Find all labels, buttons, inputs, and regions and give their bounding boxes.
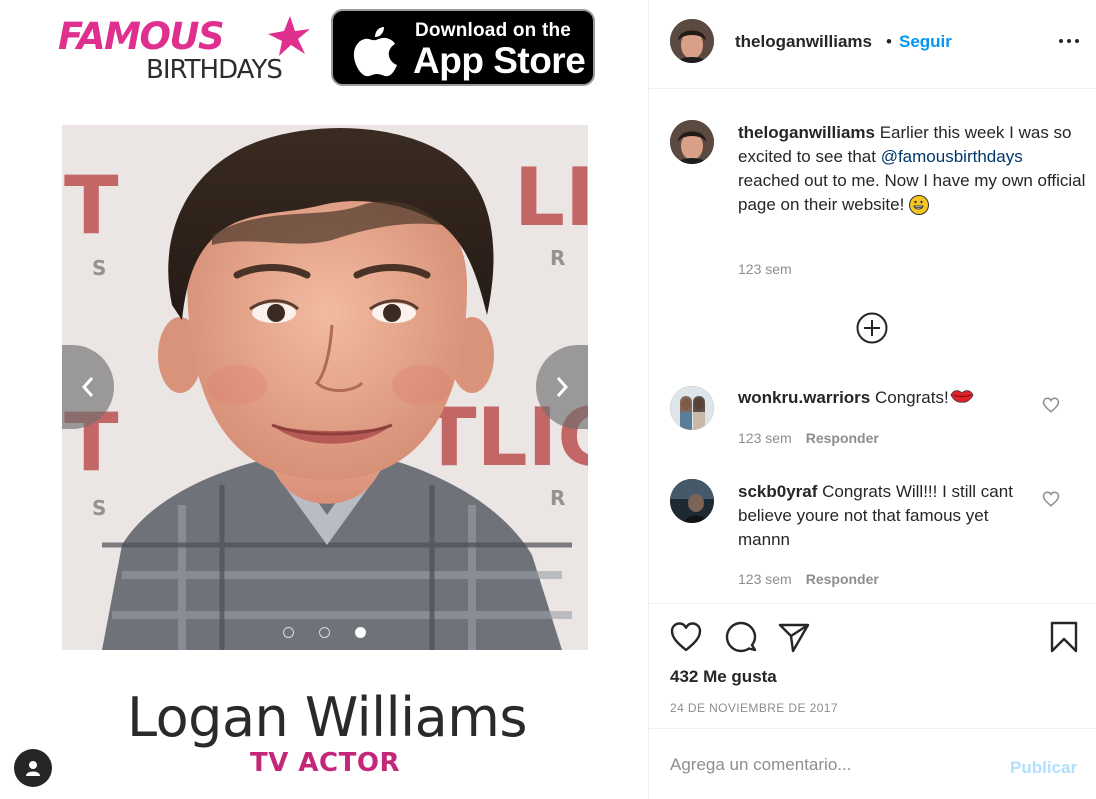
commenter-avatar[interactable] bbox=[670, 386, 714, 430]
post-header: theloganwilliams • Seguir bbox=[649, 0, 1096, 89]
plus-circle-icon[interactable] bbox=[856, 312, 888, 344]
reply-button[interactable]: Responder bbox=[806, 430, 879, 446]
profile-name: Logan Williams bbox=[127, 686, 527, 749]
sign-text: S bbox=[92, 256, 106, 280]
author-avatar[interactable] bbox=[670, 19, 714, 63]
follow-button[interactable]: Seguir bbox=[899, 32, 952, 52]
caption-time[interactable]: 123 sem bbox=[738, 261, 792, 277]
sign-text: R bbox=[550, 486, 565, 510]
avatar-image bbox=[670, 386, 714, 430]
reply-button[interactable]: Responder bbox=[806, 571, 879, 587]
author-username[interactable]: theloganwilliams bbox=[735, 32, 872, 52]
share-icon[interactable] bbox=[777, 620, 811, 654]
carousel-dot bbox=[283, 627, 294, 638]
famous-birthdays-logo: FAMOUS BIRTHDAYS bbox=[58, 14, 310, 86]
publish-button[interactable]: Publicar bbox=[1010, 758, 1077, 778]
portrait-photo: T S T S LIG R TLIG R bbox=[62, 125, 588, 650]
comment-text: wonkru.warriors Congrats! bbox=[738, 386, 1038, 410]
sign-text: R bbox=[550, 246, 565, 270]
app-store-small-text: Download on the bbox=[415, 20, 572, 41]
post-actions: 432 Me gusta 24 DE NOVIEMBRE DE 2017 bbox=[649, 603, 1096, 728]
separator-dot: • bbox=[886, 32, 892, 51]
caption-username[interactable]: theloganwilliams bbox=[738, 123, 875, 142]
heart-icon[interactable] bbox=[1042, 490, 1060, 508]
chevron-left-icon bbox=[81, 377, 94, 397]
sign-text: T bbox=[64, 159, 119, 252]
commenter-avatar[interactable] bbox=[670, 479, 714, 523]
carousel-dot bbox=[319, 627, 330, 638]
comments-section: theloganwilliams Earlier this week I was… bbox=[649, 90, 1096, 604]
heart-icon[interactable] bbox=[669, 620, 703, 654]
more-icon[interactable] bbox=[1057, 30, 1081, 52]
sign-text: S bbox=[92, 496, 106, 520]
profile-role: TV ACTOR bbox=[250, 748, 400, 778]
heart-icon[interactable] bbox=[1042, 396, 1060, 414]
carousel-dot-active bbox=[355, 627, 366, 638]
logo-birthdays-text: BIRTHDAYS bbox=[146, 55, 283, 85]
comment-time[interactable]: 123 sem bbox=[738, 430, 792, 446]
carousel-indicators bbox=[283, 627, 366, 638]
likes-count[interactable]: 432 Me gusta bbox=[670, 667, 777, 687]
comment-meta: 123 sem Responder bbox=[738, 571, 879, 587]
user-icon bbox=[26, 761, 40, 776]
avatar-image bbox=[670, 479, 714, 523]
post-media: FAMOUS BIRTHDAYS Download on the App Sto… bbox=[0, 0, 648, 799]
bookmark-icon[interactable] bbox=[1047, 620, 1081, 654]
app-store-big-text: App Store bbox=[413, 40, 586, 81]
add-comment-bar: Publicar bbox=[649, 728, 1096, 799]
lips-emoji-icon bbox=[950, 390, 974, 403]
user-tags-button[interactable] bbox=[14, 749, 52, 787]
post-details-panel: theloganwilliams • Seguir theloganwillia… bbox=[648, 0, 1096, 799]
comment-input[interactable] bbox=[670, 755, 970, 775]
apple-icon bbox=[353, 27, 397, 77]
caption-mention[interactable]: @famousbirthdays bbox=[881, 147, 1023, 166]
comment-time[interactable]: 123 sem bbox=[738, 571, 792, 587]
post-caption: theloganwilliams Earlier this week I was… bbox=[738, 121, 1088, 217]
grin-emoji-icon bbox=[909, 195, 930, 215]
comment-icon[interactable] bbox=[724, 620, 758, 654]
comment-body: Congrats! bbox=[870, 388, 949, 407]
comment-text: sckb0yraf Congrats Will!!! I still cant … bbox=[738, 480, 1028, 552]
avatar-image bbox=[670, 120, 714, 164]
sign-text: LIG bbox=[514, 151, 588, 244]
comment-meta: 123 sem Responder bbox=[738, 430, 879, 446]
comment-username[interactable]: sckb0yraf bbox=[738, 482, 817, 501]
portrait-illustration: T S T S LIG R TLIG R bbox=[62, 125, 588, 650]
caption-avatar[interactable] bbox=[670, 120, 714, 164]
chevron-right-icon bbox=[556, 377, 569, 397]
app-store-badge[interactable]: Download on the App Store bbox=[331, 9, 595, 86]
comment-username[interactable]: wonkru.warriors bbox=[738, 388, 870, 407]
post-date[interactable]: 24 DE NOVIEMBRE DE 2017 bbox=[670, 701, 838, 715]
avatar-image bbox=[670, 19, 714, 63]
